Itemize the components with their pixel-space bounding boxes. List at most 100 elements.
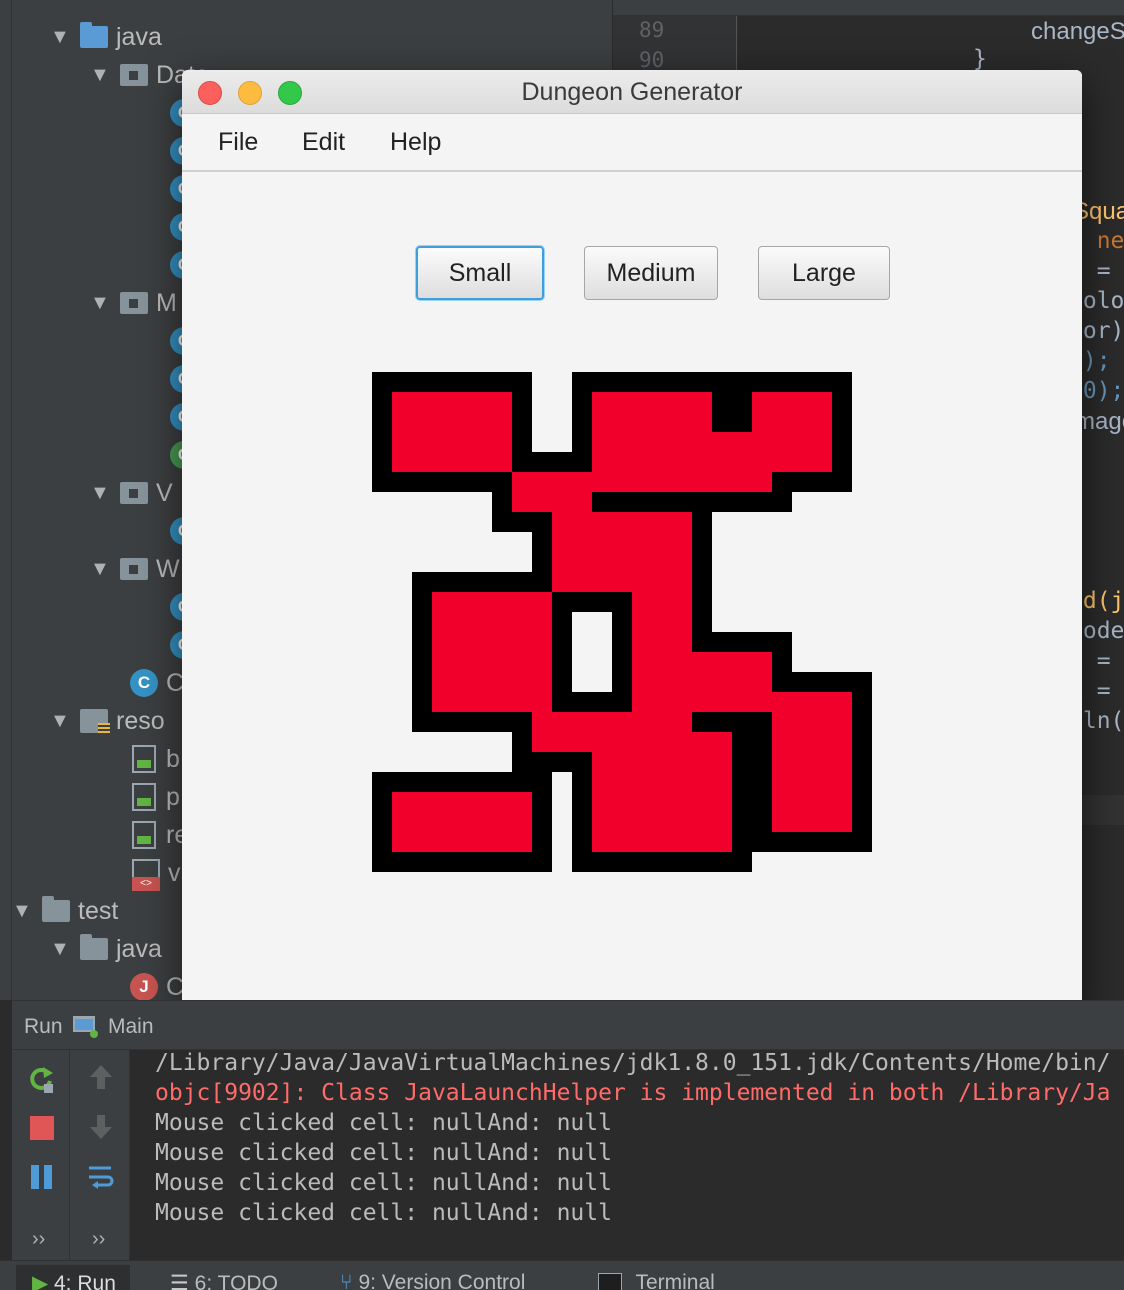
tab-label: 9: Version Control: [358, 1271, 526, 1290]
dungeon-room-cell[interactable]: [392, 792, 532, 852]
code-text: changeS: [1031, 18, 1124, 45]
console-line-error: objc[9902]: Class JavaLaunchHelper is im…: [155, 1080, 1111, 1106]
up-arrow-icon[interactable]: [86, 1062, 116, 1092]
dungeon-room-cell[interactable]: [772, 692, 852, 832]
test-class-icon: J: [130, 973, 158, 1001]
tree-label: java: [116, 934, 162, 963]
large-button[interactable]: Large: [758, 246, 890, 300]
line-number: 90: [639, 48, 665, 72]
console-line: /Library/Java/JavaVirtualMachines/jdk1.8…: [155, 1050, 1111, 1076]
left-tool-strip: [0, 0, 12, 1000]
down-arrow-icon[interactable]: [86, 1112, 116, 1142]
tree-label: W: [156, 554, 180, 583]
console-line: Mouse clicked cell: nullAnd: null: [155, 1110, 612, 1136]
dungeon-room-cell[interactable]: [672, 652, 772, 712]
tree-row-image[interactable]: p: [132, 778, 180, 816]
dungeon-room-cell[interactable]: [432, 592, 552, 712]
expand-arrow-icon[interactable]: ▼: [12, 900, 42, 923]
code-text: }: [973, 46, 987, 72]
dungeon-room-cell[interactable]: [532, 712, 652, 752]
small-button[interactable]: Small: [416, 246, 544, 300]
tree-row-test[interactable]: ▼ test: [12, 892, 118, 930]
expand-arrow-icon[interactable]: ▼: [50, 26, 80, 49]
dungeon-map[interactable]: [372, 372, 892, 892]
todo-icon: ☰: [170, 1272, 189, 1290]
tab-label: 4: Run: [54, 1272, 116, 1290]
rerun-icon[interactable]: [26, 1064, 56, 1094]
run-config-name: Main: [108, 1015, 154, 1038]
expand-arrow-icon[interactable]: ▼: [90, 292, 120, 315]
medium-button[interactable]: Medium: [584, 246, 718, 300]
tree-row-java[interactable]: ▼ java: [50, 18, 162, 56]
expand-arrow-icon[interactable]: ▼: [90, 64, 120, 87]
image-file-icon: [132, 821, 156, 849]
tab-run[interactable]: ▶ 4: Run: [16, 1265, 130, 1290]
tree-row-image[interactable]: b: [132, 740, 180, 778]
menu-help[interactable]: Help: [390, 128, 441, 157]
xml-file-icon: [132, 859, 160, 891]
window-titlebar[interactable]: Dungeon Generator: [182, 70, 1082, 114]
tree-row-package-m[interactable]: ▼ M: [90, 284, 177, 322]
tree-row-xml[interactable]: v: [132, 854, 181, 892]
console-line: Mouse clicked cell: nullAnd: null: [155, 1140, 612, 1166]
run-toolbar-left: ››: [12, 1050, 70, 1260]
caret-row-highlight: [1082, 795, 1124, 825]
tree-row-test-java[interactable]: ▼ java: [50, 930, 162, 968]
dungeon-generator-window: Dungeon Generator File Edit Help Small M…: [182, 70, 1082, 1014]
class-icon: C: [130, 669, 158, 697]
console-line: Mouse clicked cell: nullAnd: null: [155, 1200, 612, 1226]
tree-row-package-w[interactable]: ▼ W: [90, 550, 180, 588]
pause-icon[interactable]: [28, 1162, 58, 1192]
resources-folder-icon: [80, 709, 110, 735]
close-window-button[interactable]: [198, 81, 222, 105]
tree-label: M: [156, 288, 177, 317]
package-icon: [120, 64, 148, 86]
run-toolbar-right: ››: [70, 1050, 130, 1260]
expand-arrow-icon[interactable]: ▼: [90, 558, 120, 581]
folder-icon: [80, 934, 108, 960]
image-file-icon: [132, 745, 156, 773]
dungeon-room-cell[interactable]: [392, 392, 512, 472]
expand-arrow-icon[interactable]: ▼: [50, 938, 80, 961]
tree-row-image[interactable]: re: [132, 816, 188, 854]
tab-todo[interactable]: ☰ 6: TODO: [170, 1271, 278, 1290]
tree-label: V: [156, 478, 173, 507]
line-number: 89: [639, 18, 665, 42]
tree-label: b: [166, 744, 180, 773]
more-actions-icon[interactable]: ››: [92, 1228, 105, 1251]
tab-version-control[interactable]: ⑂ 9: Version Control: [340, 1271, 525, 1290]
dungeon-room-cell[interactable]: [512, 472, 592, 512]
folder-icon: [42, 896, 70, 922]
console-output[interactable]: /Library/Java/JavaVirtualMachines/jdk1.8…: [131, 1050, 1124, 1260]
dungeon-room-cell[interactable]: [712, 432, 772, 492]
tab-label: 6: TODO: [194, 1272, 278, 1290]
tab-terminal[interactable]: Terminal: [598, 1271, 715, 1290]
tree-row-resources[interactable]: ▼ reso: [50, 702, 165, 740]
run-panel-label: Run: [24, 1015, 63, 1038]
application-config-icon: [73, 1016, 98, 1038]
folder-icon: [80, 22, 108, 48]
dungeon-room-cell[interactable]: [592, 392, 712, 492]
tree-label: reso: [116, 706, 165, 735]
tree-label: v: [168, 858, 181, 887]
expand-arrow-icon[interactable]: ▼: [90, 482, 120, 505]
more-actions-icon[interactable]: ››: [32, 1228, 45, 1251]
code-text: mage: [1075, 408, 1124, 435]
minimize-window-button[interactable]: [238, 81, 262, 105]
menu-edit[interactable]: Edit: [302, 128, 345, 157]
soft-wrap-icon[interactable]: [86, 1162, 116, 1192]
run-panel-header: Run Main: [12, 1000, 1124, 1050]
window-title: Dungeon Generator: [521, 78, 743, 106]
menu-bar: File Edit Help: [182, 114, 1082, 172]
menu-file[interactable]: File: [218, 128, 258, 157]
console-line: Mouse clicked cell: nullAnd: null: [155, 1170, 612, 1196]
expand-arrow-icon[interactable]: ▼: [50, 710, 80, 733]
terminal-icon: [598, 1273, 622, 1290]
tree-row-package-v[interactable]: ▼ V: [90, 474, 173, 512]
package-icon: [120, 558, 148, 580]
editor-tab-bar[interactable]: [613, 0, 1124, 16]
stop-icon[interactable]: [28, 1114, 58, 1144]
image-file-icon: [132, 783, 156, 811]
tree-row-class-c[interactable]: C C: [130, 664, 184, 702]
zoom-window-button[interactable]: [278, 81, 302, 105]
